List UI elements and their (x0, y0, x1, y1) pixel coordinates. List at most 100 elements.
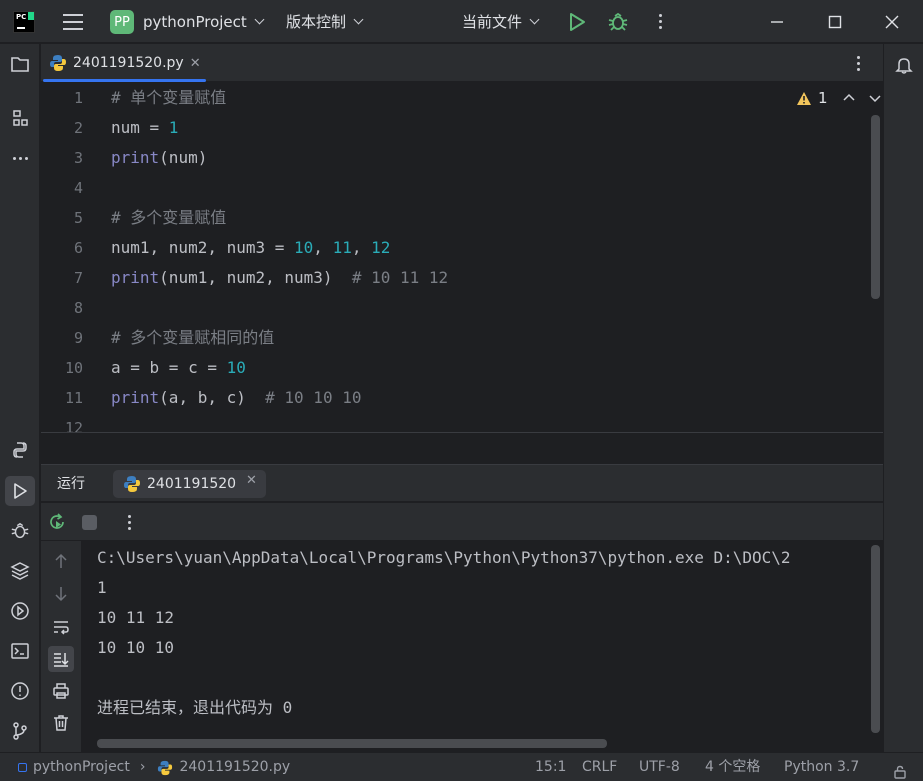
trash-icon[interactable] (48, 710, 74, 736)
structure-icon[interactable] (9, 107, 31, 129)
maximize-icon[interactable] (828, 0, 842, 43)
caret-position[interactable]: 15:1 (535, 753, 566, 781)
python-file-icon (124, 476, 140, 492)
warning-count: 1 (818, 89, 828, 107)
debug-tool-icon[interactable] (9, 520, 31, 542)
title-bar: PC PP pythonProject 版本控制 当前文件 (0, 0, 923, 43)
line-number: 7 (73, 269, 83, 287)
vcs-label: 版本控制 (286, 13, 347, 31)
minimize-icon[interactable] (770, 0, 784, 43)
previous-highlight-icon[interactable] (842, 91, 856, 105)
chevron-right-icon: › (139, 759, 146, 775)
run-icon[interactable] (567, 0, 587, 43)
line-number: 2 (73, 119, 83, 137)
code-line[interactable]: # 单个变量赋值 (111, 83, 226, 113)
line-number: 1 (73, 89, 83, 107)
inspection-widget[interactable]: 1 (796, 89, 882, 107)
tab-run-config[interactable]: 2401191520 (113, 470, 266, 498)
left-tool-strip (0, 44, 40, 752)
status-bar: pythonProject › 2401191520.py 15:1 CRLF … (0, 752, 923, 781)
more-tools-icon[interactable] (9, 147, 31, 169)
line-number: 5 (73, 209, 83, 227)
debug-icon[interactable] (607, 0, 629, 43)
problems-icon[interactable] (9, 680, 31, 702)
scroll-up-icon[interactable] (48, 548, 74, 574)
warning-icon (797, 91, 811, 105)
run-toolbar (41, 503, 883, 541)
hamburger-menu-icon[interactable] (62, 0, 84, 43)
lock-icon[interactable] (893, 761, 907, 779)
layers-icon[interactable] (9, 560, 31, 582)
active-tab-indicator (43, 79, 206, 82)
chevron-down-icon (529, 14, 540, 24)
line-number: 8 (73, 299, 83, 317)
tab-more-icon[interactable] (857, 56, 863, 71)
code-line[interactable]: # 多个变量赋值 (111, 203, 226, 233)
run-side-toolbar (41, 541, 81, 752)
project-selector[interactable]: pythonProject (143, 0, 265, 43)
code-line[interactable]: print(num) (111, 143, 207, 173)
soft-wrap-icon[interactable] (48, 614, 74, 640)
tab-close-icon[interactable]: ✕ (190, 56, 201, 71)
panel-gap (41, 433, 883, 464)
code-editor[interactable]: 1 2 3 4 5 6 7 8 9 10 11 12 # 单个变量赋值 num = 1 print(num… (41, 83, 883, 433)
code-line[interactable]: a = b = c = 10 (111, 353, 246, 383)
python-file-icon (50, 55, 66, 71)
run-config-selector[interactable]: 当前文件 (462, 0, 540, 43)
run-tab-close-icon[interactable]: ✕ (246, 473, 257, 488)
close-icon[interactable] (885, 0, 899, 43)
notifications-icon[interactable] (893, 54, 915, 76)
python-console-icon[interactable] (9, 439, 31, 461)
project-folder-icon[interactable] (9, 53, 31, 75)
file-encoding[interactable]: UTF-8 (639, 753, 680, 781)
pycharm-logo-icon[interactable]: PC (13, 11, 35, 33)
console-vertical-scrollbar[interactable] (871, 545, 880, 733)
line-number: 9 (73, 329, 83, 347)
rerun-icon[interactable] (47, 512, 67, 536)
services-icon[interactable] (9, 600, 31, 622)
console-output[interactable]: C:\Users\yuan\AppData\Local\Programs\Pyt… (81, 541, 883, 752)
right-tool-strip (883, 44, 923, 752)
code-line[interactable]: num1, num2, num3 = 10, 11, 12 (111, 233, 390, 263)
breadcrumb-project[interactable]: pythonProject (33, 753, 130, 781)
console-line: C:\Users\yuan\AppData\Local\Programs\Pyt… (97, 548, 791, 567)
run-more-icon[interactable] (128, 515, 131, 530)
terminal-icon[interactable] (9, 640, 31, 662)
line-number: 3 (73, 149, 83, 167)
breadcrumb: pythonProject › 2401191520.py (18, 753, 290, 781)
run-config-label: 当前文件 (462, 13, 523, 31)
code-line[interactable]: print(a, b, c) # 10 10 10 (111, 383, 361, 413)
run-tool-icon[interactable] (5, 476, 35, 506)
chevron-down-icon (353, 14, 364, 24)
scroll-down-icon[interactable] (48, 581, 74, 607)
print-icon[interactable] (48, 678, 74, 704)
code-line[interactable]: print(num1, num2, num3) # 10 11 12 (111, 263, 448, 293)
line-ending[interactable]: CRLF (582, 753, 617, 781)
breadcrumb-file[interactable]: 2401191520.py (179, 753, 290, 781)
line-number: 10 (64, 359, 83, 377)
code-line[interactable]: # 多个变量赋相同的值 (111, 323, 274, 353)
git-icon[interactable] (9, 720, 31, 742)
project-badge[interactable]: PP (110, 10, 134, 34)
console-line: 10 10 10 (97, 638, 175, 657)
line-number: 4 (73, 179, 83, 197)
next-highlight-icon[interactable] (868, 91, 882, 105)
stop-icon[interactable] (82, 515, 97, 530)
code-line[interactable]: num = 1 (111, 113, 178, 143)
project-name-label: pythonProject (143, 12, 247, 31)
editor-tab-bar: 2401191520.py ✕ (41, 44, 883, 82)
tab-editor-file[interactable]: 2401191520.py ✕ (43, 44, 206, 82)
run-tab-label: 2401191520 (147, 476, 237, 492)
editor-scrollbar[interactable] (871, 115, 880, 299)
tab-file-label: 2401191520.py (73, 55, 184, 71)
line-number: 6 (73, 239, 83, 257)
scroll-to-end-icon[interactable] (48, 646, 74, 672)
console-horizontal-scrollbar[interactable] (97, 739, 607, 748)
line-number: 12 (64, 419, 83, 433)
python-interpreter[interactable]: Python 3.7 (784, 753, 859, 781)
python-file-icon (158, 760, 173, 775)
vcs-menu[interactable]: 版本控制 (286, 0, 364, 43)
indent-setting[interactable]: 4 个空格 (705, 753, 760, 781)
console-line: 1 (97, 578, 107, 597)
more-icon[interactable] (655, 0, 665, 43)
